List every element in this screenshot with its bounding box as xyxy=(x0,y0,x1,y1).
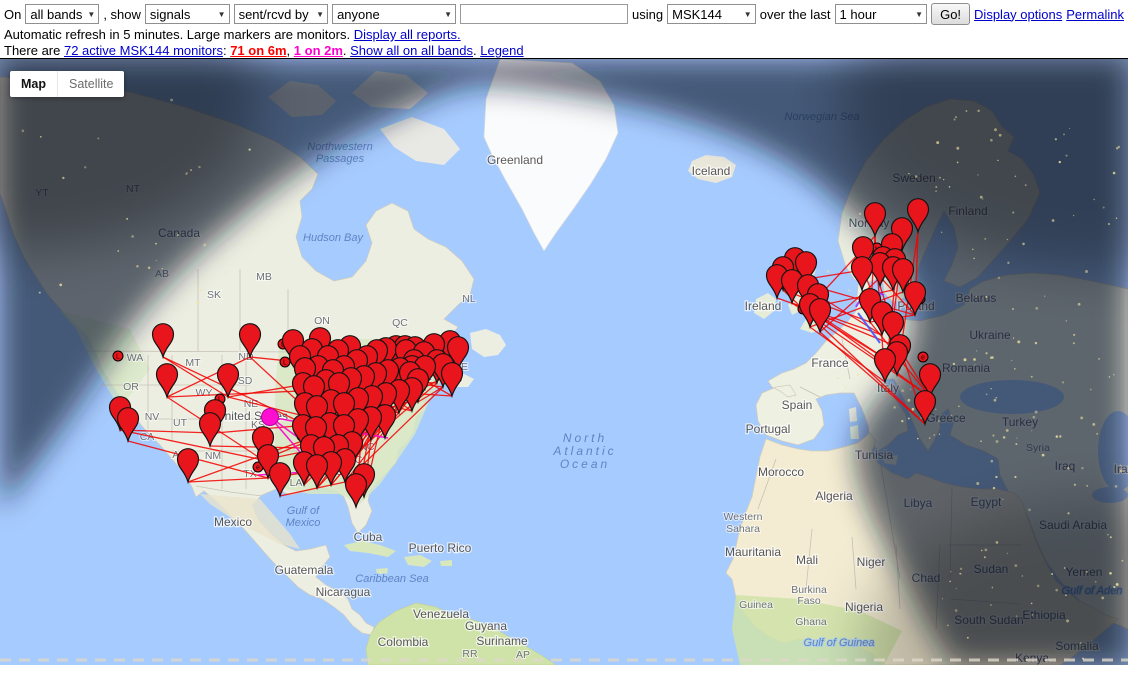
report-marker[interactable]: e xyxy=(918,352,928,362)
map-label: Caribbean Sea xyxy=(355,573,428,585)
dropdown-arrow-icon: ▼ xyxy=(915,10,923,19)
map-label: Ocean xyxy=(560,457,610,471)
map-label: WY xyxy=(196,387,213,399)
map-label: Atlantic xyxy=(552,444,616,458)
map-label: Guinea xyxy=(739,599,773,611)
map-label: Algeria xyxy=(815,489,853,503)
mode-select[interactable]: MSK144▼ xyxy=(667,4,756,24)
band-select[interactable]: all bands▼ xyxy=(25,4,99,24)
refresh-text: Automatic refresh in 5 minutes. Large ma… xyxy=(4,27,354,42)
report-marker[interactable]: L xyxy=(280,357,290,367)
dropdown-arrow-icon: ▼ xyxy=(218,10,226,19)
go-button[interactable]: Go! xyxy=(931,3,970,25)
what-select[interactable]: signals▼ xyxy=(145,4,230,24)
svg-text:L: L xyxy=(116,354,120,361)
there-are-text: There are xyxy=(4,43,64,58)
dropdown-arrow-icon: ▼ xyxy=(316,10,324,19)
map-label: Greenland xyxy=(487,153,543,167)
monitors-2m-link[interactable]: 1 on 2m xyxy=(294,43,343,58)
svg-text:e: e xyxy=(256,465,260,472)
map-label: ON xyxy=(314,315,330,327)
map-label: Sahara xyxy=(726,523,760,535)
map-label: NL xyxy=(462,293,476,305)
monitors-line: There are 72 active MSK144 monitors: 71 … xyxy=(4,43,1124,58)
map-label: Mali xyxy=(796,553,818,567)
map-type-control: Map Satellite xyxy=(10,71,124,97)
svg-text:L: L xyxy=(283,360,287,367)
dropdown-arrow-icon: ▼ xyxy=(444,10,452,19)
direction-select[interactable]: sent/rcvd by▼ xyxy=(234,4,329,24)
map-label: North xyxy=(563,431,607,445)
map-label: Cuba xyxy=(354,530,383,544)
map-label: MT xyxy=(185,357,201,369)
map-label: NV xyxy=(145,411,160,423)
map-tab[interactable]: Map xyxy=(10,71,57,97)
using-label: using xyxy=(632,7,663,22)
map-label: Colombia xyxy=(378,635,429,649)
map-label: Spain xyxy=(782,398,813,412)
map-label: Gulf of xyxy=(287,505,320,517)
dropdown-arrow-icon: ▼ xyxy=(87,10,95,19)
display-all-reports-link[interactable]: Display all reports. xyxy=(354,27,461,42)
map-label: SK xyxy=(207,289,221,301)
map-label: Faso xyxy=(797,595,821,607)
map-label: France xyxy=(811,356,849,370)
show-label: , show xyxy=(103,7,141,22)
map-label: Mexico xyxy=(214,515,252,529)
map-label: Mexico xyxy=(286,517,321,529)
report-marker[interactable]: L xyxy=(113,351,123,361)
map-label: UT xyxy=(173,417,188,429)
over-last-label: over the last xyxy=(760,7,831,22)
map-label: Portugal xyxy=(746,422,791,436)
map-label: QC xyxy=(392,317,408,329)
map-label: OR xyxy=(123,381,139,393)
map-label: Venezuela xyxy=(413,607,469,621)
header: On all bands▼ , show signals▼ sent/rcvd … xyxy=(0,0,1128,58)
pskreporter-page: { "header": { "row1": { "on_label": "On"… xyxy=(0,0,1128,676)
status-line: Automatic refresh in 5 minutes. Large ma… xyxy=(4,27,1124,42)
map-label: Guyana xyxy=(465,619,507,633)
display-options-link[interactable]: Display options xyxy=(974,7,1062,22)
map-label: Iceland xyxy=(692,164,731,178)
permalink-link[interactable]: Permalink xyxy=(1066,7,1124,22)
who-select[interactable]: anyone▼ xyxy=(332,4,456,24)
satellite-tab[interactable]: Satellite xyxy=(57,71,124,97)
map-label: WA xyxy=(127,352,144,364)
map-label: Western xyxy=(724,511,763,523)
dropdown-arrow-icon: ▼ xyxy=(744,10,752,19)
map-label: Guatemala xyxy=(275,563,334,577)
legend-link[interactable]: Legend xyxy=(480,43,523,58)
svg-text:e: e xyxy=(921,355,925,362)
map-label: Hudson Bay xyxy=(303,232,364,244)
active-monitors-link[interactable]: 72 active MSK144 monitors xyxy=(64,43,223,58)
map-canvas[interactable]: Map Satellite xyxy=(0,58,1128,665)
monitors-6m-link[interactable]: 71 on 6m xyxy=(230,43,286,58)
map-label: Suriname xyxy=(476,634,528,648)
map-label: LA xyxy=(290,477,303,489)
map-label: Morocco xyxy=(758,465,804,479)
map-label: Nicaragua xyxy=(316,585,371,599)
map-label: MB xyxy=(256,271,272,283)
timespan-select[interactable]: 1 hour▼ xyxy=(835,4,928,24)
on-label: On xyxy=(4,7,21,22)
map-label: Ghana xyxy=(795,616,827,628)
map-label: RR xyxy=(462,648,478,660)
map-label: Mauritania xyxy=(725,545,781,559)
monitor-marker-2m[interactable] xyxy=(262,409,279,426)
callsign-input[interactable] xyxy=(460,4,628,24)
map-label: Ireland xyxy=(745,299,782,313)
map-label: SD xyxy=(238,375,253,387)
map-label: Puerto Rico xyxy=(409,541,472,555)
map-label: Niger xyxy=(857,555,886,569)
query-toolbar: On all bands▼ , show signals▼ sent/rcvd … xyxy=(4,2,1124,26)
map-label: NM xyxy=(205,450,221,462)
show-all-bands-link[interactable]: Show all on all bands xyxy=(350,43,473,58)
world-map-svg[interactable]: CanadaYTNTABSKMBONQCNLNBPENSMEWAORMTWYNV… xyxy=(0,59,1128,665)
